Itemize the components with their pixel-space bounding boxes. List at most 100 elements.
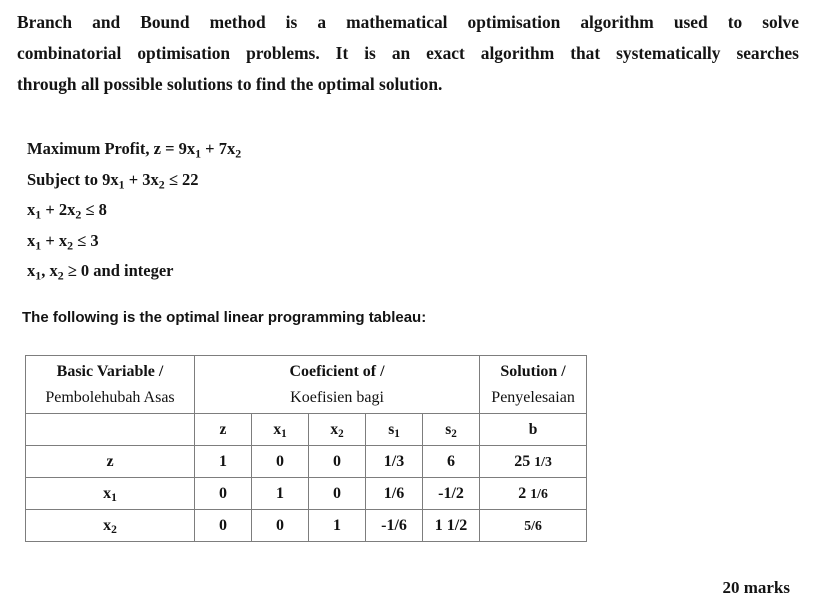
intro-word: is	[285, 12, 298, 32]
objective-mid: + 7x	[201, 139, 236, 158]
cell-x2: 0	[308, 445, 366, 478]
subheader-x2: x2	[308, 413, 366, 446]
constraint-text: x	[27, 230, 36, 250]
constraint-2: x1 + 2x2 ≤ 8	[27, 195, 547, 226]
header-ms-label: Koefisien bagi	[290, 388, 384, 406]
constraint-text: ≤ 22	[164, 169, 199, 189]
intro-line-3: through all possible solutions to find t…	[17, 74, 443, 94]
cell-x2: 0	[308, 477, 366, 510]
constraint-text: ≤ 8	[81, 200, 107, 219]
constraint-text: Subject to 9x	[27, 169, 119, 189]
cell-z: 0	[194, 509, 252, 542]
subscript: 1	[281, 427, 287, 440]
solution-whole: 2	[518, 484, 527, 502]
var-base: x	[273, 420, 282, 438]
constraint-text: + 3x	[124, 169, 159, 189]
cell-x1: 0	[251, 445, 309, 478]
subheader-s1: s1	[365, 413, 423, 446]
intro-word: optimisation	[137, 43, 231, 63]
intro-word: a	[317, 12, 327, 32]
intro-word: algorithm	[580, 12, 654, 32]
intro-word: searches	[736, 43, 799, 63]
table-row: z 1 0 0 1/3 6 25 1/3	[25, 445, 588, 478]
constraint-text: ≥ 0 and integer	[63, 261, 174, 280]
var-base: x	[103, 484, 112, 502]
intro-word: an	[391, 43, 411, 63]
header-ms-label: Penyelesaian	[491, 388, 575, 406]
row-label-x1: x1	[25, 477, 195, 510]
table-header-row-top: Basic Variable / Pembolehubah Asas Coefi…	[25, 355, 588, 414]
var-base: z	[106, 452, 114, 470]
lp-model-block: Maximum Profit, z = 9x1 + 7x2 Subject to…	[27, 134, 547, 287]
solution-fraction: 1/6	[530, 485, 548, 501]
cell-x1: 0	[251, 509, 309, 542]
subheader-z: z	[194, 413, 252, 446]
constraint-text: x	[27, 261, 36, 280]
cell-s2: 1 1/2	[421, 509, 481, 542]
subheader-s2: s2	[421, 413, 481, 446]
constraint-text: + 2x	[41, 200, 76, 219]
intro-word: is	[364, 43, 376, 63]
intro-word: Branch	[17, 12, 73, 32]
table-row: x2 0 0 1 -1/6 1 1/2 5/6	[25, 509, 588, 542]
solution-fraction: 1/3	[534, 453, 552, 469]
constraint-text: x	[27, 200, 36, 219]
document-page: Branch and Bound method is a mathematica…	[0, 0, 831, 612]
cell-x1: 1	[251, 477, 309, 510]
cell-z: 0	[194, 477, 252, 510]
intro-paragraph: Branch and Bound method is a mathematica…	[17, 7, 799, 100]
subscript: 2	[235, 146, 242, 161]
intro-word: optimisation	[467, 12, 561, 32]
cell-solution: 25 1/3	[479, 445, 588, 478]
cell-solution: 5/6	[479, 509, 588, 542]
cell-x2: 1	[308, 509, 366, 542]
intro-word: solve	[762, 12, 799, 32]
solution-fraction: 5/6	[524, 517, 542, 533]
constraint-1: Subject to 9x1 + 3x2 ≤ 22	[27, 165, 547, 196]
cell-solution: 2 1/6	[479, 477, 588, 510]
cell-z: 1	[194, 445, 252, 478]
constraint-text: + x	[41, 230, 68, 250]
simplex-tableau: Basic Variable / Pembolehubah Asas Coefi…	[25, 355, 588, 542]
cell-s2: 6	[421, 445, 481, 478]
header-en-label: Basic Variable /	[56, 362, 164, 380]
tableau-lead-in-text: The following is the optimal linear prog…	[22, 309, 427, 326]
constraint-4-nonnegativity: x1, x2 ≥ 0 and integer	[27, 256, 547, 287]
objective-label: Maximum Profit, z = 9x	[27, 139, 196, 158]
intro-word: to	[727, 12, 743, 32]
constraint-text: ≤ 3	[73, 230, 99, 250]
var-base: x	[330, 420, 339, 438]
header-en-label: Coeficient of /	[289, 362, 385, 380]
header-basic-variable: Basic Variable / Pembolehubah Asas	[25, 355, 195, 414]
cell-s1: 1/3	[365, 445, 423, 478]
intro-word: mathematical	[346, 12, 448, 32]
subscript: 2	[111, 523, 117, 536]
intro-word: algorithm	[480, 43, 555, 63]
row-label-z: z	[25, 445, 195, 478]
tableau-container: Basic Variable / Pembolehubah Asas Coefi…	[25, 355, 588, 542]
intro-word: combinatorial	[17, 43, 122, 63]
constraint-3: x1 + x2 ≤ 3	[27, 226, 547, 257]
objective-function: Maximum Profit, z = 9x1 + 7x2	[27, 134, 547, 165]
cell-s2: -1/2	[421, 477, 481, 510]
subscript: 1	[394, 427, 400, 440]
intro-word: used	[673, 12, 708, 32]
intro-word: Bound	[140, 12, 190, 32]
header-en-label: Solution /	[500, 362, 566, 380]
intro-word: method	[209, 12, 266, 32]
intro-word: exact	[426, 43, 465, 63]
cell-s1: 1/6	[365, 477, 423, 510]
header-coefficient-of: Coeficient of / Koefisien bagi	[193, 355, 481, 414]
row-label-x2: x2	[25, 509, 195, 542]
intro-word: problems.	[246, 43, 320, 63]
subheader-x1: x1	[251, 413, 309, 446]
intro-word: that	[570, 43, 601, 63]
intro-word: It	[335, 43, 349, 63]
marks-footer: 20 marks	[722, 578, 790, 597]
table-row: x1 0 1 0 1/6 -1/2 2 1/6	[25, 477, 588, 510]
header-ms-label: Pembolehubah Asas	[45, 388, 175, 406]
subscript: 2	[338, 427, 344, 440]
subscript: 2	[451, 427, 457, 440]
constraint-text: , x	[41, 261, 58, 280]
table-subheader-row: z x1 x2 s1 s2 b	[25, 413, 588, 446]
